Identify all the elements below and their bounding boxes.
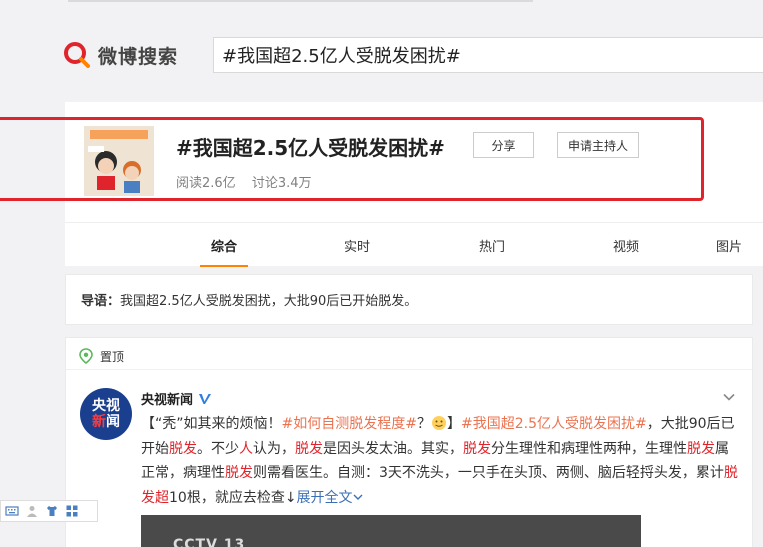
search-input[interactable]	[222, 44, 763, 66]
feed-card: 置顶 央视 新闻 央视新闻 【“秃”如其来的烦恼！#如何自测脱发程度#？ 】#我国…	[65, 337, 753, 547]
left-toolbar	[0, 500, 98, 522]
avatar-text-red: 新	[92, 414, 106, 430]
video-logo: CCTV 13	[173, 537, 246, 547]
search-box[interactable]	[213, 37, 763, 73]
pin-divider	[66, 369, 752, 370]
tab-hot[interactable]: 热门	[448, 223, 536, 267]
tab-video[interactable]: 视频	[582, 223, 670, 267]
tab-comprehensive[interactable]: 综合	[180, 223, 268, 267]
user-icon[interactable]	[25, 504, 39, 518]
chevron-down-icon[interactable]	[722, 390, 736, 404]
post-text: 【“秃”如其来的烦恼！#如何自测脱发程度#？ 】#我国超2.5亿人受脱发困扰#，大…	[141, 416, 738, 506]
grid-icon[interactable]	[65, 504, 79, 518]
browser-top-strip	[0, 0, 763, 12]
video-thumbnail[interactable]: CCTV 13	[141, 515, 641, 547]
pinned-row: 置顶	[78, 346, 124, 366]
tab-images[interactable]: 图片	[716, 223, 763, 267]
avatar-text-bottom: 闻	[106, 414, 120, 430]
pinned-label: 置顶	[100, 349, 125, 364]
top-divider	[68, 0, 533, 2]
guide-label: 导语：	[81, 294, 121, 309]
author-avatar[interactable]: 央视 新闻	[80, 388, 132, 440]
hashtag-link[interactable]: #如何自测脱发程度#	[282, 416, 417, 432]
avatar-text-top: 央视	[92, 398, 120, 414]
result-tabs: 综合 实时 热门 视频 图片	[65, 222, 763, 267]
keyboard-icon[interactable]	[5, 504, 19, 518]
logo-text: 微博搜索	[98, 45, 179, 68]
author-name-row[interactable]: 央视新闻	[141, 389, 212, 408]
tab-realtime[interactable]: 实时	[313, 223, 401, 267]
weibo-search-logo[interactable]: 微博搜索	[62, 40, 178, 70]
highlight-annotation-frame	[0, 117, 704, 201]
guide-text: 我国超2.5亿人受脱发困扰，大批90后已开始脱发。	[120, 294, 418, 309]
expand-chevron-icon[interactable]	[353, 492, 363, 502]
expand-full-text-link[interactable]: 展开全文	[297, 490, 353, 506]
verified-icon	[199, 393, 212, 404]
pin-icon	[79, 348, 93, 364]
shirt-icon[interactable]	[45, 504, 59, 518]
author-name[interactable]: 央视新闻	[141, 389, 193, 408]
hashtag-link[interactable]: #我国超2.5亿人受脱发困扰#	[461, 416, 647, 432]
weibo-search-logo-icon	[62, 40, 92, 70]
emoji-icon	[431, 416, 446, 430]
guide-box: 导语：我国超2.5亿人受脱发困扰，大批90后已开始脱发。	[65, 274, 753, 325]
